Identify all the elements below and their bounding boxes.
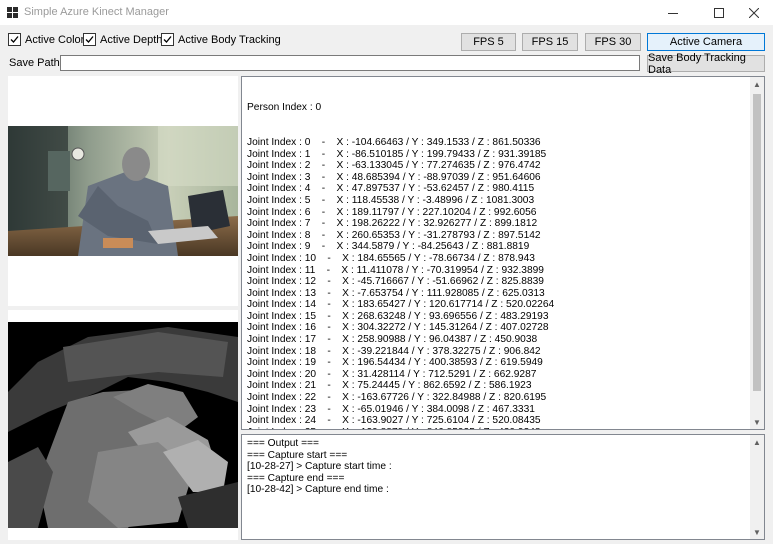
save-path-input[interactable]: [60, 55, 640, 71]
joint-line: Joint Index : 10 - X : 184.65565 / Y : -…: [247, 252, 535, 264]
checkbox-box[interactable]: [83, 33, 96, 46]
joint-line: Joint Index : 12 - X : -45.716667 / Y : …: [247, 276, 544, 288]
joint-line: Joint Index : 19 - X : 196.54434 / Y : 4…: [247, 357, 543, 369]
checkbox-label[interactable]: Active Body Tracking: [178, 34, 281, 46]
output-line: [10-28-27] > Capture start time :: [247, 461, 392, 473]
joint-line: Joint Index : 5 - X : 118.45538 / Y : -3…: [247, 194, 535, 206]
scroll-down-icon[interactable]: ▼: [750, 525, 764, 539]
joint-line: Joint Index : 6 - X : 189.11797 / Y : 22…: [247, 206, 537, 218]
joint-line: Joint Index : 8 - X : 260.65353 / Y : -3…: [247, 229, 541, 241]
scroll-thumb[interactable]: [753, 94, 761, 391]
body-tracking-lines: Person Index : 0 Joint Index : 0 - X : -…: [247, 79, 555, 429]
save-body-tracking-button[interactable]: Save Body Tracking Data: [647, 52, 765, 76]
save-path-label: Save Path -: [9, 57, 67, 69]
title-bar: Simple Azure Kinect Manager: [0, 0, 773, 25]
maximize-icon: [714, 7, 724, 18]
joint-line: Joint Index : 22 - X : -163.67726 / Y : …: [247, 392, 547, 404]
joint-line: Joint Index : 15 - X : 268.63248 / Y : 9…: [247, 310, 549, 322]
app-icon: [7, 7, 18, 18]
joint-line: Joint Index : 9 - X : 344.5879 / Y : -84…: [247, 241, 530, 253]
maximize-button[interactable]: [699, 0, 739, 25]
joint-line: Joint Index : 4 - X : 47.897537 / Y : -5…: [247, 183, 535, 195]
scroll-up-icon[interactable]: ▲: [750, 77, 764, 91]
output-log-textbox[interactable]: === Output === === Capture start === [10-2…: [241, 434, 765, 540]
depth-view-panel: [8, 310, 238, 540]
fps-30-button[interactable]: FPS 30: [585, 33, 641, 51]
joint-line: Joint Index : 2 - X : -63.133045 / Y : 7…: [247, 160, 541, 172]
checkmark-icon: [163, 36, 172, 43]
joint-line: Joint Index : 20 - X : 31.428114 / Y : 7…: [247, 368, 537, 380]
joint-line: Joint Index : 23 - X : -65.01946 / Y : 3…: [247, 403, 535, 415]
checkmark-icon: [85, 36, 94, 43]
output-lines: === Output === === Capture start === [10-2…: [247, 438, 392, 496]
joint-line: Joint Index : 14 - X : 183.65427 / Y : 1…: [247, 299, 555, 311]
joint-line: Joint Index : 13 - X : -7.653754 / Y : 1…: [247, 287, 545, 299]
person-index-line: Person Index : 0: [247, 102, 322, 114]
output-line: === Capture end ===: [247, 472, 345, 484]
fps-5-button[interactable]: FPS 5: [461, 33, 516, 51]
joint-line: Joint Index : 3 - X : 48.685394 / Y : -8…: [247, 171, 541, 183]
active-camera-button[interactable]: Active Camera: [647, 33, 765, 51]
close-button[interactable]: [734, 0, 773, 25]
joint-line: Joint Index : 21 - X : 75.24445 / Y : 86…: [247, 380, 532, 392]
joint-line: Joint Index : 11 - X : 11.411078 / Y : -…: [247, 264, 544, 276]
scroll-up-icon[interactable]: ▲: [750, 435, 764, 449]
minimize-icon: [668, 12, 678, 14]
joint-line: Joint Index : 24 - X : -163.9027 / Y : 7…: [247, 415, 541, 427]
joint-line: Joint Index : 25 - X : -129.8879 / Y : 8…: [247, 427, 554, 429]
checkmark-icon: [10, 36, 19, 43]
active-body-tracking-checkbox[interactable]: Active Body Tracking: [161, 33, 281, 46]
checkbox-box[interactable]: [161, 33, 174, 46]
checkbox-label[interactable]: Active Depth: [100, 34, 162, 46]
minimize-button[interactable]: [653, 0, 693, 25]
depth-camera-image: [8, 322, 238, 528]
output-line: === Output ===: [247, 438, 319, 449]
joint-line: Joint Index : 18 - X : -39.221844 / Y : …: [247, 345, 541, 357]
checkbox-box[interactable]: [8, 33, 21, 46]
body-tracking-textbox[interactable]: Person Index : 0 Joint Index : 0 - X : -…: [241, 76, 765, 430]
close-icon: [749, 7, 759, 18]
vertical-scrollbar[interactable]: ▲ ▼: [750, 77, 764, 429]
joint-line: Joint Index : 16 - X : 304.32272 / Y : 1…: [247, 322, 549, 334]
joint-line: Joint Index : 17 - X : 258.90988 / Y : 9…: [247, 334, 538, 346]
color-camera-image: [8, 126, 238, 256]
window-title: Simple Azure Kinect Manager: [24, 6, 169, 18]
active-depth-checkbox[interactable]: Active Depth: [83, 33, 162, 46]
joint-line: Joint Index : 1 - X : -86.510185 / Y : 1…: [247, 148, 547, 160]
output-line: === Capture start ===: [247, 449, 348, 461]
fps-15-button[interactable]: FPS 15: [522, 33, 578, 51]
output-line: [10-28-42] > Capture end time :: [247, 484, 389, 496]
joint-line: Joint Index : 0 - X : -104.66463 / Y : 3…: [247, 136, 541, 148]
output-scrollbar[interactable]: ▲ ▼: [750, 435, 764, 539]
checkbox-label[interactable]: Active Color: [25, 34, 84, 46]
joint-line: Joint Index : 7 - X : 198.26222 / Y : 32…: [247, 218, 538, 230]
joint-list: Joint Index : 0 - X : -104.66463 / Y : 3…: [247, 136, 555, 429]
color-view-panel: [8, 76, 238, 306]
active-color-checkbox[interactable]: Active Color: [8, 33, 84, 46]
scroll-down-icon[interactable]: ▼: [750, 415, 764, 429]
